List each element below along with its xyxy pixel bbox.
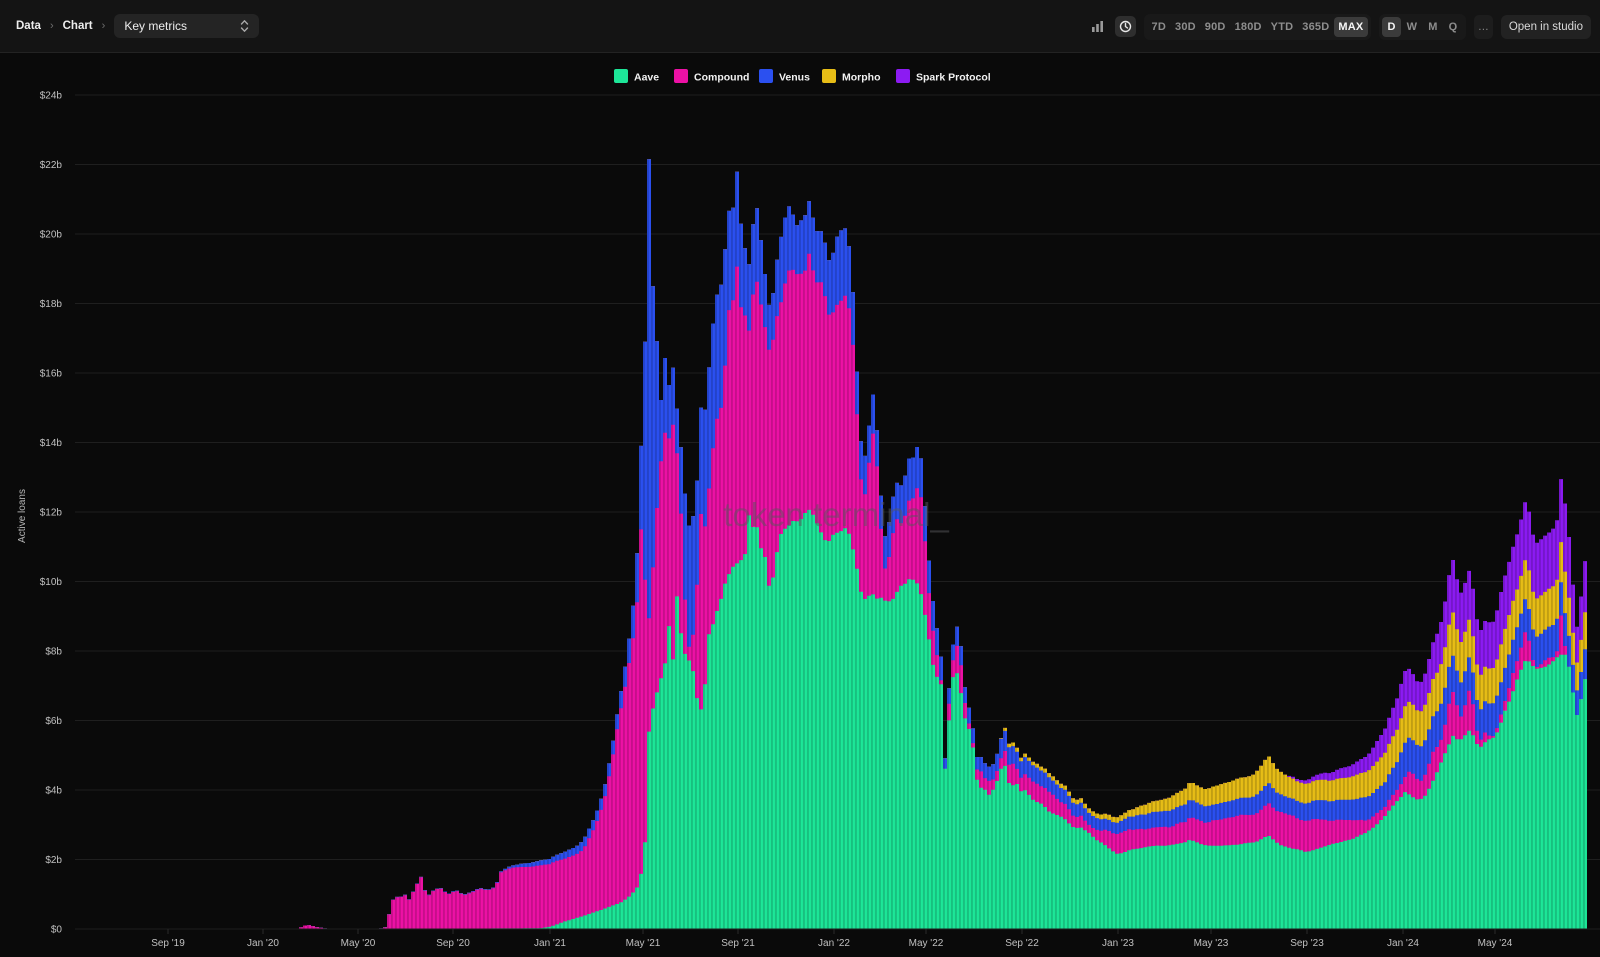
svg-text:$6b: $6b [45, 716, 62, 727]
svg-text:May '21: May '21 [626, 938, 661, 949]
svg-text:$0: $0 [51, 925, 63, 936]
svg-text:$10b: $10b [40, 577, 63, 588]
svg-text:token terminal_: token terminal_ [723, 496, 949, 533]
svg-text:Active loans: Active loans [17, 489, 28, 543]
svg-text:$20b: $20b [40, 230, 63, 241]
svg-text:$2b: $2b [45, 855, 62, 866]
svg-text:Jan '24: Jan '24 [1387, 938, 1419, 949]
svg-text:Compound: Compound [694, 72, 749, 84]
svg-text:May '24: May '24 [1478, 938, 1513, 949]
svg-text:Spark Protocol: Spark Protocol [916, 72, 991, 84]
svg-text:Jan '23: Jan '23 [1102, 938, 1134, 949]
svg-text:Sep '19: Sep '19 [151, 938, 185, 949]
svg-text:Jan '22: Jan '22 [818, 938, 850, 949]
svg-text:Morpho: Morpho [842, 72, 881, 84]
svg-text:May '20: May '20 [341, 938, 376, 949]
svg-text:Sep '21: Sep '21 [721, 938, 755, 949]
svg-text:May '22: May '22 [909, 938, 944, 949]
svg-text:Jan '20: Jan '20 [247, 938, 279, 949]
svg-text:$8b: $8b [45, 647, 62, 658]
svg-text:$22b: $22b [40, 160, 63, 171]
svg-text:Sep '23: Sep '23 [1290, 938, 1324, 949]
svg-text:Sep '22: Sep '22 [1005, 938, 1039, 949]
svg-text:Aave: Aave [634, 72, 659, 84]
svg-text:Jan '21: Jan '21 [534, 938, 566, 949]
svg-text:$14b: $14b [40, 438, 63, 449]
svg-text:$24b: $24b [40, 91, 63, 102]
svg-text:$4b: $4b [45, 786, 62, 797]
svg-text:$18b: $18b [40, 299, 63, 310]
svg-text:Sep '20: Sep '20 [436, 938, 470, 949]
svg-text:$16b: $16b [40, 369, 63, 380]
svg-text:Venus: Venus [779, 72, 810, 84]
svg-text:$12b: $12b [40, 508, 63, 519]
svg-text:May '23: May '23 [1194, 938, 1229, 949]
